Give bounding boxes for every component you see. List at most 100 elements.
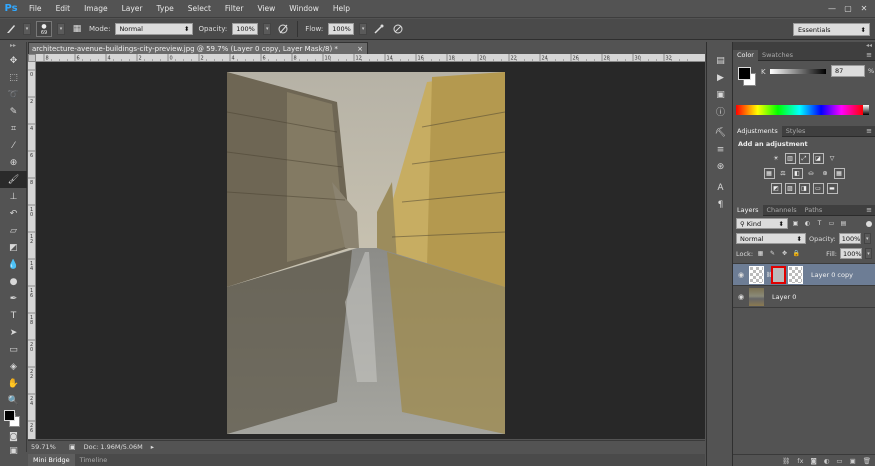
lock-transparent-pixels-icon[interactable]: ▦	[756, 249, 765, 258]
black-white-ramp[interactable]	[863, 105, 869, 115]
type-tool-icon[interactable]: T	[0, 307, 27, 324]
workspace-select[interactable]: Essentials ⬍	[793, 23, 870, 36]
lasso-tool-icon[interactable]: ➰	[0, 86, 27, 103]
ruler-origin[interactable]	[28, 54, 36, 62]
brush-presets-icon[interactable]: ≡	[707, 141, 734, 158]
eyedropper-tool-icon[interactable]: ⁄	[0, 137, 27, 154]
layer-mask-thumbnail[interactable]	[771, 265, 786, 284]
filter-smart-object-icon[interactable]: ▤	[839, 219, 848, 228]
levels-icon[interactable]: ▥	[784, 153, 796, 164]
quick-selection-tool-icon[interactable]: ✎	[0, 103, 27, 120]
actions-panel-icon[interactable]: ▶	[707, 69, 734, 86]
pressure-opacity-icon[interactable]	[276, 22, 290, 36]
pressure-size-icon[interactable]	[391, 22, 405, 36]
tab-adjustments[interactable]: Adjustments	[733, 125, 782, 137]
menu-select[interactable]: Select	[181, 4, 218, 13]
brush-tool-preset-icon[interactable]	[4, 22, 18, 36]
new-group-icon[interactable]: ▭	[836, 457, 842, 465]
menu-file[interactable]: File	[22, 4, 49, 13]
status-menu-arrow-icon[interactable]: ▸	[151, 443, 154, 451]
delete-layer-icon[interactable]: 🗑	[863, 457, 871, 465]
lock-all-icon[interactable]: 🔒	[792, 249, 801, 258]
dodge-tool-icon[interactable]: ●	[0, 273, 27, 290]
layer-style-icon[interactable]: fx	[797, 457, 803, 465]
selective-color-icon[interactable]: ▭	[812, 183, 824, 194]
black-white-icon[interactable]: ◧	[791, 168, 803, 179]
history-brush-tool-icon[interactable]: ↶	[0, 205, 27, 222]
menu-window[interactable]: Window	[282, 4, 326, 13]
foreground-color-swatch[interactable]	[4, 410, 15, 421]
document-info-icon[interactable]: ▣	[69, 443, 76, 451]
menu-help[interactable]: Help	[326, 4, 357, 13]
tab-channels[interactable]: Channels	[763, 205, 801, 216]
brush-panel-icon[interactable]: ⛏	[707, 124, 734, 141]
rectangle-tool-icon[interactable]: ▭	[0, 341, 27, 358]
photo-filter-icon[interactable]: ⛀	[806, 168, 817, 179]
tab-timeline[interactable]: Timeline	[75, 454, 113, 466]
clone-source-icon[interactable]: ⊛	[707, 158, 734, 175]
visibility-eye-icon[interactable]: ◉	[733, 293, 749, 301]
brush-panel-toggle-icon[interactable]: ▦	[70, 22, 84, 36]
exposure-icon[interactable]: ◪	[812, 153, 824, 164]
gradient-map-icon[interactable]: ▬	[826, 183, 838, 194]
marquee-tool-icon[interactable]: ⬚	[0, 69, 27, 86]
filter-pixel-icon[interactable]: ▣	[791, 219, 800, 228]
new-adjustment-layer-icon[interactable]: ◐	[824, 457, 830, 465]
tab-swatches[interactable]: Swatches	[758, 50, 797, 61]
color-balance-icon[interactable]: ⚖	[778, 168, 789, 179]
lock-image-pixels-icon[interactable]: ✎	[768, 249, 777, 258]
minimize-button[interactable]: —	[825, 2, 839, 14]
airbrush-icon[interactable]	[372, 22, 386, 36]
document-tab[interactable]: architecture-avenue-buildings-city-previ…	[28, 42, 368, 54]
zoom-tool-icon[interactable]: 🔍	[0, 392, 27, 409]
mode-select[interactable]: Normal ⬍	[115, 23, 194, 35]
filter-shape-icon[interactable]: ▭	[827, 219, 836, 228]
panel-menu-icon[interactable]: ≡	[866, 127, 872, 135]
menu-image[interactable]: Image	[77, 4, 115, 13]
color-lookup-icon[interactable]: ▦	[833, 168, 845, 179]
tool-preset-dropdown[interactable]: ▾	[23, 23, 31, 35]
layer-row-layer-0-copy[interactable]: ◉ ⛓ Layer 0 copy	[733, 264, 875, 286]
path-selection-tool-icon[interactable]: ➤	[0, 324, 27, 341]
history-panel-icon[interactable]: ▤	[707, 52, 734, 69]
gradient-tool-icon[interactable]: ◩	[0, 239, 27, 256]
tab-styles[interactable]: Styles	[782, 126, 810, 137]
hue-saturation-icon[interactable]: ▦	[763, 168, 775, 179]
opacity-dropdown[interactable]: ▾	[263, 23, 272, 35]
character-panel-icon[interactable]: A	[707, 179, 734, 196]
menu-edit[interactable]: Edit	[49, 4, 78, 13]
layer-mask-preview-thumbnail[interactable]	[788, 265, 803, 284]
horizontal-ruler[interactable]: 8 6 4 2 0 2 4 6 8 10 12 14 16 18 20 22 24 26 28 30 32	[36, 54, 705, 62]
close-window-button[interactable]: ✕	[857, 2, 871, 14]
panel-menu-icon[interactable]: ≡	[866, 206, 872, 214]
screen-mode-icon[interactable]: ▣	[0, 442, 27, 459]
color-spectrum-bar[interactable]	[736, 105, 863, 115]
close-document-icon[interactable]: ×	[357, 45, 363, 53]
tools-panel-grip[interactable]: ▸▸	[0, 42, 26, 52]
brush-size-picker[interactable]: ● 69	[36, 21, 52, 37]
lock-position-icon[interactable]: ✥	[780, 249, 789, 258]
layer-thumbnail[interactable]	[749, 265, 764, 284]
panel-menu-icon[interactable]: ≡	[866, 51, 872, 59]
paragraph-panel-icon[interactable]: ¶	[707, 196, 734, 213]
brush-picker-dropdown[interactable]: ▾	[57, 23, 65, 35]
flow-input[interactable]: 100%	[328, 23, 355, 35]
link-layers-icon[interactable]: ⛓	[782, 457, 790, 465]
invert-icon[interactable]: ◩	[770, 183, 782, 194]
info-panel-icon[interactable]: ⓘ	[707, 103, 734, 120]
threshold-icon[interactable]: ◨	[798, 183, 810, 194]
opacity-input[interactable]: 100%	[232, 23, 259, 35]
zoom-level[interactable]: 59.71%	[31, 443, 61, 451]
eraser-tool-icon[interactable]: ▱	[0, 222, 27, 239]
menu-filter[interactable]: Filter	[218, 4, 251, 13]
crop-tool-icon[interactable]: ⌗	[0, 120, 27, 137]
menu-type[interactable]: Type	[150, 4, 181, 13]
new-layer-icon[interactable]: ▣	[850, 457, 856, 465]
3d-tool-icon[interactable]: ◈	[0, 358, 27, 375]
brush-tool-icon[interactable]: 🖌	[0, 171, 27, 188]
hand-tool-icon[interactable]: ✋	[0, 375, 27, 392]
maximize-button[interactable]: ▢	[841, 2, 855, 14]
k-slider[interactable]	[770, 69, 826, 74]
k-value-input[interactable]: 87	[831, 65, 865, 77]
properties-panel-icon[interactable]: ▣	[707, 86, 734, 103]
